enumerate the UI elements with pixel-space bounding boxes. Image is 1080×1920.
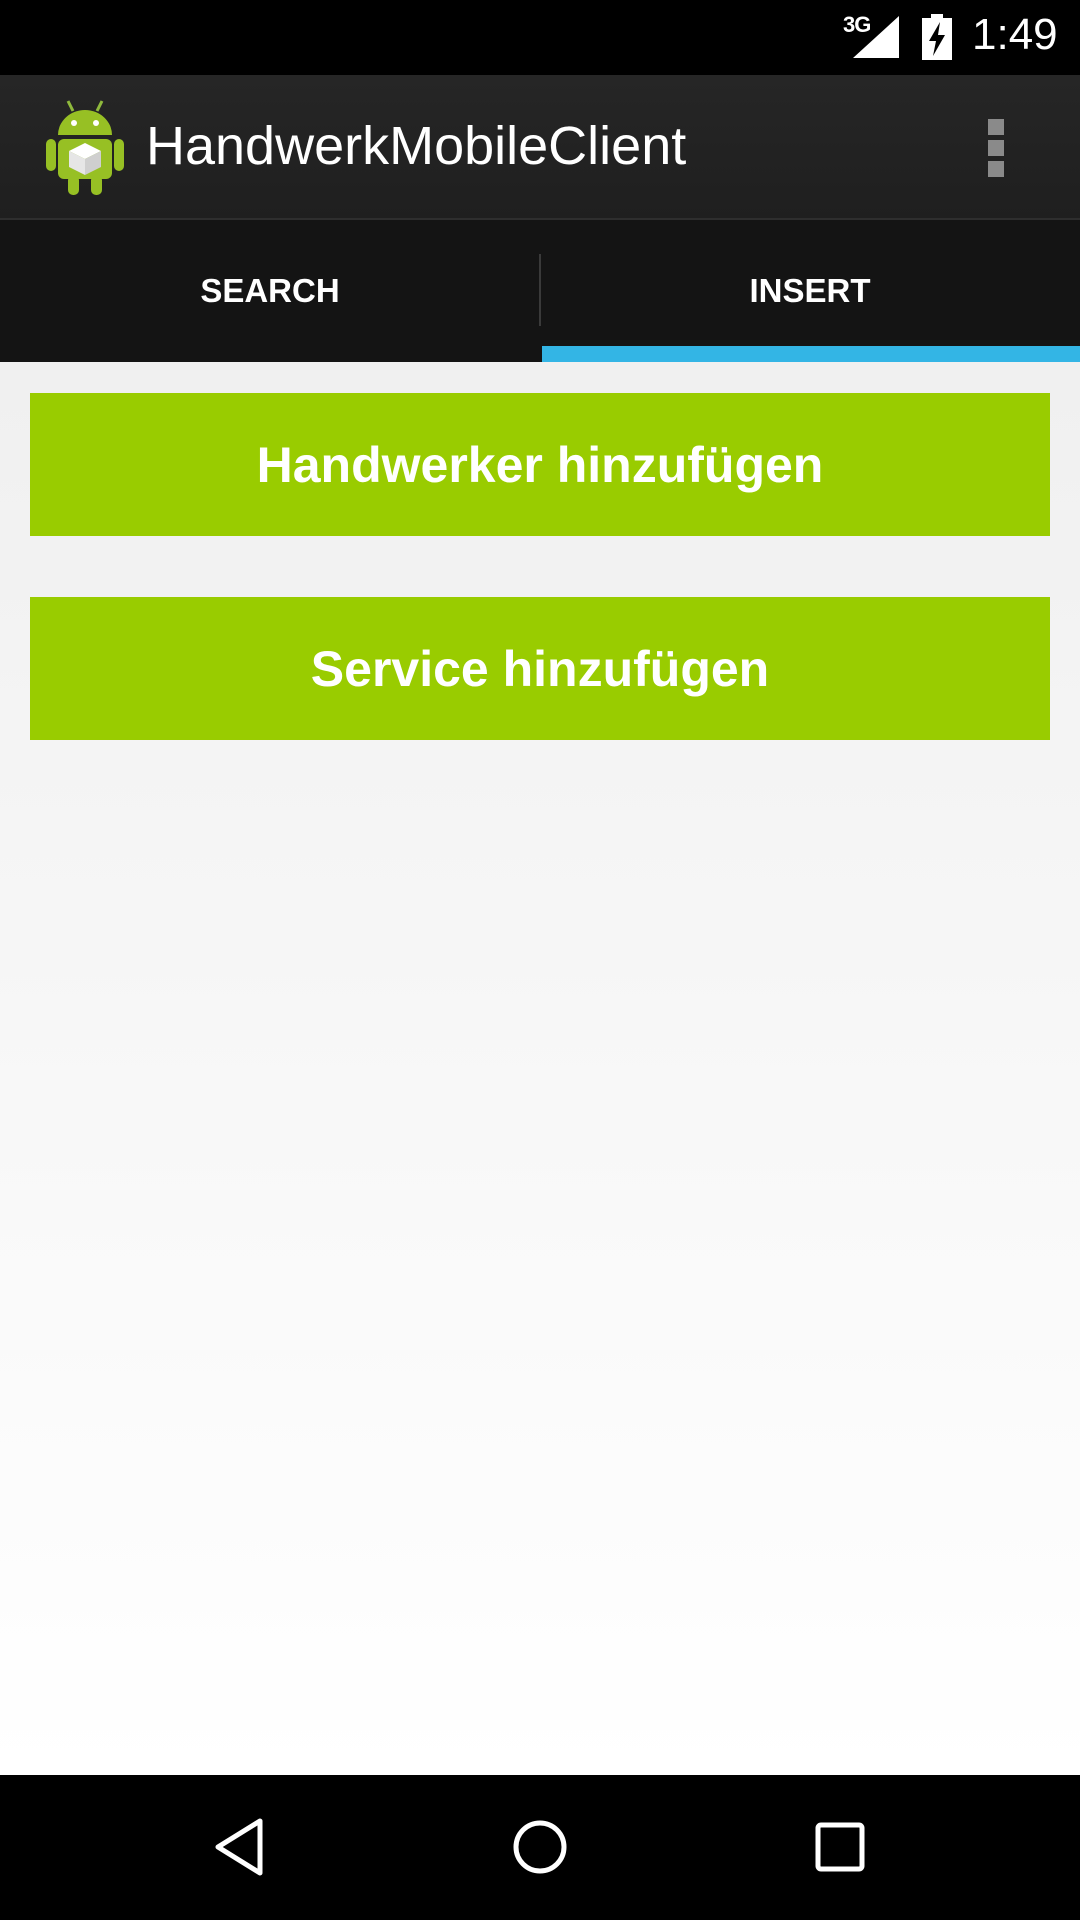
add-service-button[interactable]: Service hinzufügen (30, 597, 1050, 740)
clock: 1:49 (972, 10, 1058, 59)
tab-insert[interactable]: INSERT (540, 220, 1080, 362)
overflow-menu-icon[interactable] (978, 113, 1014, 183)
back-icon[interactable] (200, 1807, 280, 1887)
signal-icon (853, 16, 899, 58)
action-bar: HandwerkMobileClient (0, 75, 1080, 220)
add-craftsman-button[interactable]: Handwerker hinzufügen (30, 393, 1050, 536)
navigation-bar (0, 1775, 1080, 1920)
android-robot-icon (46, 100, 124, 195)
tab-label: INSERT (749, 272, 871, 309)
tab-label: SEARCH (200, 272, 340, 309)
status-bar: 3G 1:49 (0, 0, 1080, 75)
battery-charging-icon (922, 14, 952, 60)
tab-bar: SEARCH INSERT (0, 220, 1080, 362)
app-title: HandwerkMobileClient (146, 116, 687, 176)
home-icon[interactable] (500, 1807, 580, 1887)
recents-icon[interactable] (800, 1807, 880, 1887)
insert-content: Handwerker hinzufügen Service hinzufügen (0, 362, 1080, 1775)
tab-search[interactable]: SEARCH (0, 220, 540, 362)
